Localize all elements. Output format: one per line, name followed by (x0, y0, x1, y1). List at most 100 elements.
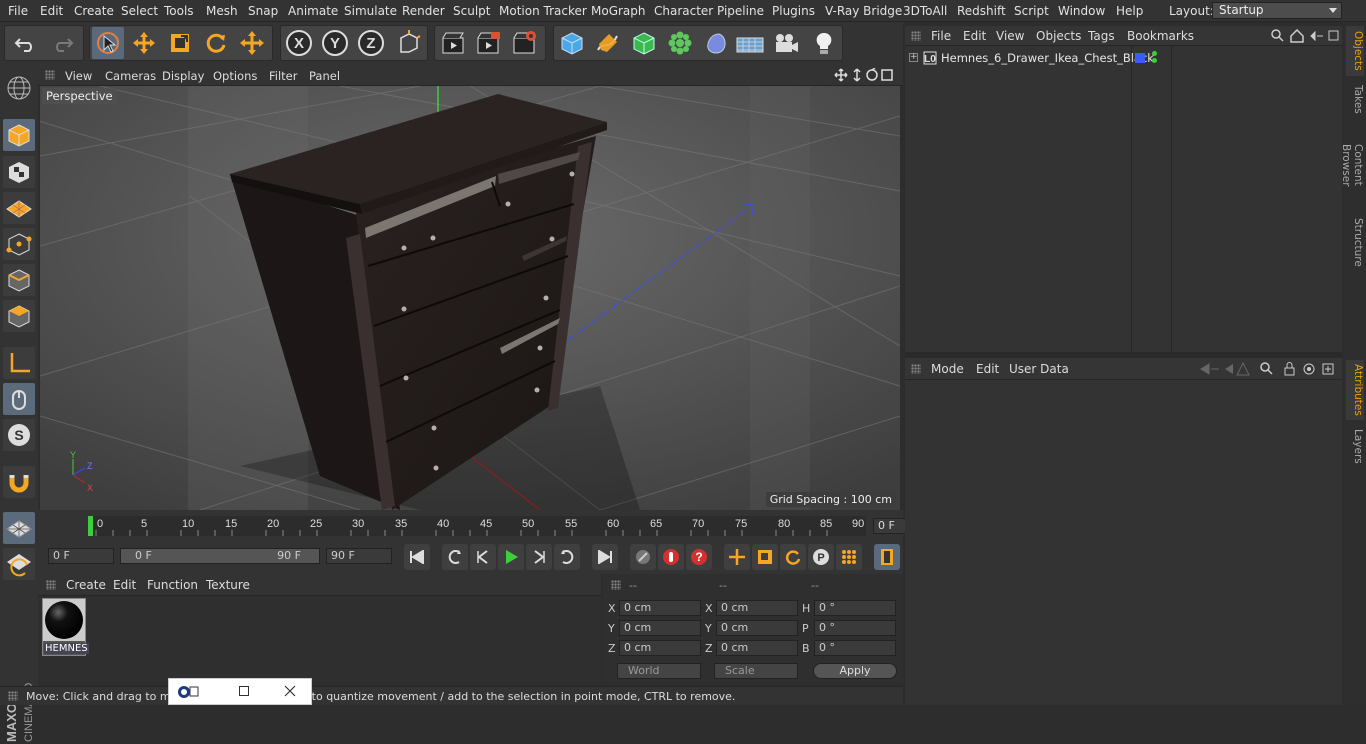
menu-edit[interactable]: Edit (40, 4, 63, 18)
snap-magnet-icon[interactable] (3, 466, 35, 498)
menu-redshift[interactable]: Redshift (957, 4, 1006, 18)
key-rotation-icon[interactable] (780, 544, 806, 570)
coordinate-space-dropdown[interactable]: World (617, 663, 701, 679)
size-z-field[interactable]: 0 cm (716, 640, 798, 656)
tab-objects[interactable]: Objects (1346, 26, 1364, 76)
pos-x-field[interactable]: 0 cm (619, 600, 701, 616)
size-y-field[interactable]: 0 cm (716, 620, 798, 636)
play-forward-icon[interactable] (498, 544, 524, 570)
previous-frame-icon[interactable] (470, 544, 496, 570)
panel-grip-icon[interactable] (611, 580, 621, 590)
obj-menu-file[interactable]: File (931, 29, 951, 43)
tab-structure[interactable]: Structure (1346, 214, 1364, 270)
z-axis-icon[interactable]: Z (355, 27, 387, 59)
timeline-window-icon[interactable] (874, 544, 900, 570)
transform-icon[interactable] (236, 27, 268, 59)
viewport-menu-cameras[interactable]: Cameras (105, 69, 156, 83)
panel-grip-icon[interactable] (45, 70, 55, 80)
tab-attributes[interactable]: Attributes (1346, 360, 1364, 420)
start-frame-field[interactable]: 0 F (48, 548, 114, 564)
attr-menu-edit[interactable]: Edit (976, 362, 999, 376)
workplane-icon[interactable] (3, 512, 35, 544)
layer-color-swatch[interactable] (1135, 53, 1145, 63)
render-visibility-dot[interactable] (1152, 58, 1157, 63)
autokey-icon[interactable]: ? (686, 544, 712, 570)
menu-window[interactable]: Window (1058, 4, 1105, 18)
record-active-objects-icon[interactable] (658, 544, 684, 570)
menu-file[interactable]: File (8, 4, 28, 18)
tab-layers[interactable]: Layers (1346, 426, 1364, 466)
panel-grip-icon[interactable] (911, 31, 921, 41)
end-frame-field[interactable]: 90 F (326, 548, 392, 564)
object-manager-nav-icons[interactable] (1271, 29, 1339, 43)
apply-button[interactable]: Apply (813, 663, 897, 679)
menu-render[interactable]: Render (402, 4, 445, 18)
perspective-viewport[interactable]: Y Z X Perspective Grid Spacing : 100 cm (40, 86, 900, 510)
render-view-icon[interactable] (437, 27, 469, 59)
next-frame-icon[interactable] (526, 544, 552, 570)
obj-menu-view[interactable]: View (996, 29, 1024, 43)
deformer-icon[interactable] (700, 27, 732, 59)
size-x-field[interactable]: 0 cm (716, 600, 798, 616)
points-mode-icon[interactable] (3, 228, 35, 260)
attribute-nav-icons[interactable] (1199, 362, 1339, 376)
menu-mesh[interactable]: Mesh (206, 4, 238, 18)
menu-create[interactable]: Create (74, 4, 114, 18)
cloner-icon[interactable] (664, 27, 696, 59)
viewport-menu-filter[interactable]: Filter (269, 69, 297, 83)
coordinate-system-icon[interactable] (392, 27, 424, 59)
keyframe-selection-icon[interactable] (630, 544, 656, 570)
move-icon[interactable] (128, 27, 160, 59)
material-swatch[interactable]: HEMNES (42, 598, 89, 656)
menu-sculpt[interactable]: Sculpt (453, 4, 490, 18)
object-row[interactable]: + L0 Hemnes_6_Drawer_Ikea_Chest_Black (905, 49, 1342, 67)
key-position-icon[interactable] (724, 544, 750, 570)
close-icon[interactable] (284, 685, 296, 697)
workplane-rotate-icon[interactable] (3, 548, 35, 580)
light-icon[interactable] (808, 27, 840, 59)
menu-character[interactable]: Character (654, 4, 713, 18)
material-menu-texture[interactable]: Texture (206, 578, 250, 592)
rotate-icon[interactable] (200, 27, 232, 59)
undo-icon[interactable] (10, 27, 42, 59)
menu-snap[interactable]: Snap (248, 4, 278, 18)
layout-dropdown[interactable]: Startup (1212, 2, 1342, 19)
menu-3dtoall[interactable]: 3DToAll (903, 4, 947, 18)
editor-visibility-dot[interactable] (1152, 51, 1157, 56)
obj-menu-bookmarks[interactable]: Bookmarks (1127, 29, 1194, 43)
camera-icon[interactable] (770, 27, 802, 59)
material-menu-edit[interactable]: Edit (113, 578, 136, 592)
pen-spline-icon[interactable] (592, 27, 624, 59)
cube-primitive-icon[interactable] (556, 27, 588, 59)
redo-icon[interactable] (46, 27, 78, 59)
solo-icon[interactable]: S (3, 419, 35, 451)
attr-menu-user-data[interactable]: User Data (1009, 362, 1069, 376)
menu-plugins[interactable]: Plugins (772, 4, 815, 18)
menu-vray-bridge[interactable]: V-Ray Bridge (825, 4, 902, 18)
transform-mode-dropdown[interactable]: Scale (714, 663, 798, 679)
edges-mode-icon[interactable] (3, 264, 35, 296)
menu-mograph[interactable]: MoGraph (591, 4, 646, 18)
menu-tools[interactable]: Tools (164, 4, 194, 18)
tweak-mode-icon[interactable] (3, 383, 35, 415)
previous-key-icon[interactable] (442, 544, 468, 570)
pos-z-field[interactable]: 0 cm (619, 640, 701, 656)
obj-menu-objects[interactable]: Objects (1036, 29, 1081, 43)
live-selection-icon[interactable] (92, 27, 124, 59)
next-key-icon[interactable] (554, 544, 580, 570)
menu-help[interactable]: Help (1116, 4, 1143, 18)
floor-icon[interactable] (734, 27, 766, 59)
pos-y-field[interactable]: 0 cm (619, 620, 701, 636)
menu-pipeline[interactable]: Pipeline (717, 4, 764, 18)
model-mode-icon[interactable] (3, 119, 35, 151)
rot-b-field[interactable]: 0 ° (814, 640, 896, 656)
go-to-end-icon[interactable] (592, 544, 618, 570)
viewport-menu-view[interactable]: View (65, 69, 92, 83)
texture-mode-icon[interactable] (3, 156, 35, 188)
viewport-menu-display[interactable]: Display (162, 69, 204, 83)
key-pla-icon[interactable] (836, 544, 862, 570)
workplane-mode-icon[interactable] (3, 192, 35, 224)
render-settings-icon[interactable] (508, 27, 540, 59)
viewport-menu-options[interactable]: Options (213, 69, 257, 83)
y-axis-icon[interactable]: Y (319, 27, 351, 59)
